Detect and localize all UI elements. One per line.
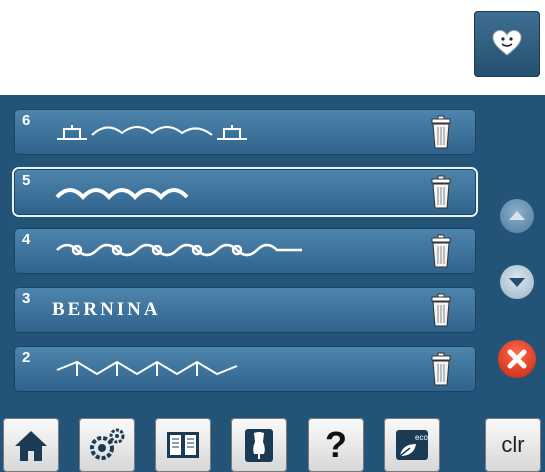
eco-button[interactable]: eco: [384, 418, 440, 472]
pattern-preview: [56, 243, 302, 257]
pattern-row-3[interactable]: 3 BERNINA: [14, 287, 476, 333]
trash-icon[interactable]: [430, 352, 452, 386]
trash-icon[interactable]: [430, 175, 452, 209]
pattern-row-5[interactable]: 5: [14, 169, 476, 215]
arrow-up-icon: [509, 211, 525, 220]
row-number: 6: [22, 112, 31, 129]
close-icon: [507, 349, 527, 369]
row-number: 3: [22, 290, 31, 307]
creative-consultant-button[interactable]: [231, 418, 287, 472]
home-button[interactable]: [3, 418, 59, 472]
pattern-row-6[interactable]: 6: [14, 109, 476, 155]
pattern-preview: [57, 125, 247, 140]
book-icon: [167, 432, 199, 458]
heart-button[interactable]: [474, 11, 540, 77]
row-number: 5: [22, 172, 31, 189]
arrow-down-icon: [509, 278, 525, 287]
pattern-row-2[interactable]: 2: [14, 346, 476, 392]
settings-button[interactable]: [79, 418, 135, 472]
trash-icon[interactable]: [430, 293, 452, 327]
clear-button[interactable]: clr: [485, 418, 541, 472]
pattern-row-4[interactable]: 4: [14, 228, 476, 274]
help-icon: ?: [325, 424, 347, 465]
svg-text:eco: eco: [415, 433, 428, 442]
row-number: 2: [22, 349, 31, 366]
dress-form-icon: [245, 429, 273, 462]
pattern-preview: [55, 188, 189, 200]
settings-icon: [90, 428, 125, 460]
heart-icon: [492, 29, 522, 56]
trash-icon[interactable]: [430, 234, 452, 268]
pattern-text: BERNINA: [52, 299, 161, 320]
close-button[interactable]: [498, 340, 536, 378]
tutorial-button[interactable]: [155, 418, 211, 472]
row-number: 4: [22, 231, 31, 248]
scroll-down-button[interactable]: [500, 265, 534, 299]
eco-icon: eco: [396, 430, 428, 460]
clear-label: clr: [501, 432, 525, 457]
help-button[interactable]: ?: [308, 418, 364, 472]
scroll-up-button[interactable]: [500, 199, 534, 233]
pattern-preview: [56, 360, 238, 376]
home-icon: [15, 431, 47, 461]
trash-icon[interactable]: [430, 115, 452, 149]
